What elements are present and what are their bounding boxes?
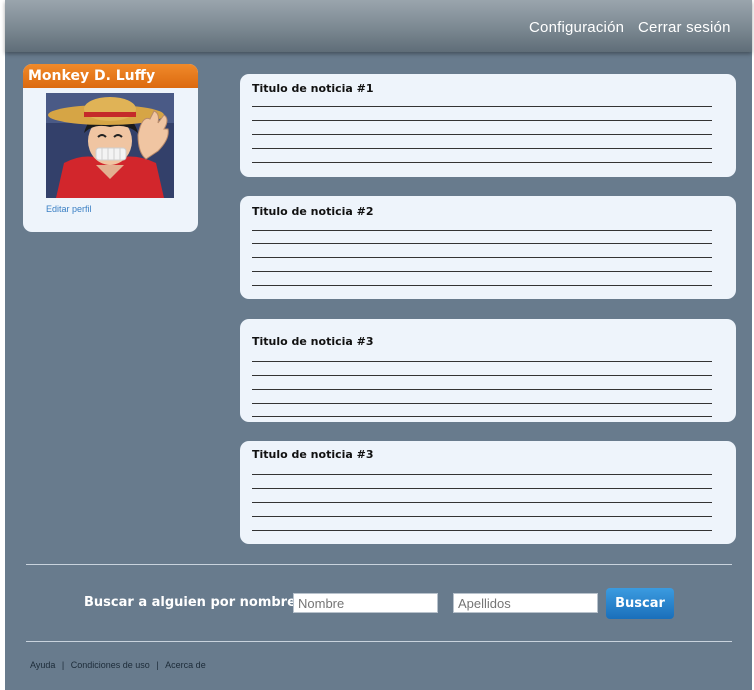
news-title: Titulo de noticia #2 [252,205,374,218]
text-line [252,106,712,107]
help-link[interactable]: Ayuda [30,660,55,670]
text-line [252,416,712,417]
text-line [252,230,712,231]
page: Configuración Cerrar sesión Monkey D. Lu… [5,0,752,690]
footer-separator: | [61,660,65,670]
text-line [252,375,712,376]
profile-name: Monkey D. Luffy [23,64,198,88]
about-link[interactable]: Acerca de [165,660,206,670]
news-card: Titulo de noticia #3 [240,319,736,422]
terms-link[interactable]: Condiciones de uso [71,660,150,670]
text-line [252,389,712,390]
text-line [252,488,712,489]
avatar-image [46,93,174,198]
text-line [252,162,712,163]
news-title: Titulo de noticia #1 [252,82,374,95]
text-line [252,134,712,135]
profile-card: Monkey D. Luffy Editar perfil [23,64,198,232]
settings-link[interactable]: Configuración [529,19,624,36]
avatar [46,93,174,198]
text-line [252,271,712,272]
text-line [252,361,712,362]
text-line [252,502,712,503]
first-name-input[interactable] [293,593,438,613]
text-line [252,516,712,517]
news-title: Titulo de noticia #3 [252,335,374,348]
text-line [252,530,712,531]
edit-profile-link[interactable]: Editar perfil [46,204,92,214]
news-title: Titulo de noticia #3 [252,448,374,461]
footer: Ayuda | Condiciones de uso | Acerca de [28,660,208,670]
news-card: Titulo de noticia #2 [240,196,736,299]
text-line [252,474,712,475]
last-name-input[interactable] [453,593,598,613]
search-button[interactable]: Buscar [606,588,674,619]
text-line [252,257,712,258]
footer-separator: | [156,660,159,670]
text-line [252,403,712,404]
text-line [252,120,712,121]
divider [26,564,732,565]
top-navbar: Configuración Cerrar sesión [5,0,752,52]
text-line [252,148,712,149]
news-card: Titulo de noticia #1 [240,74,736,177]
text-line [252,243,712,244]
news-card: Titulo de noticia #3 [240,441,736,544]
logout-link[interactable]: Cerrar sesión [638,19,731,36]
text-line [252,285,712,286]
divider [26,641,732,642]
search-label: Buscar a alguien por nombre: [84,595,302,610]
